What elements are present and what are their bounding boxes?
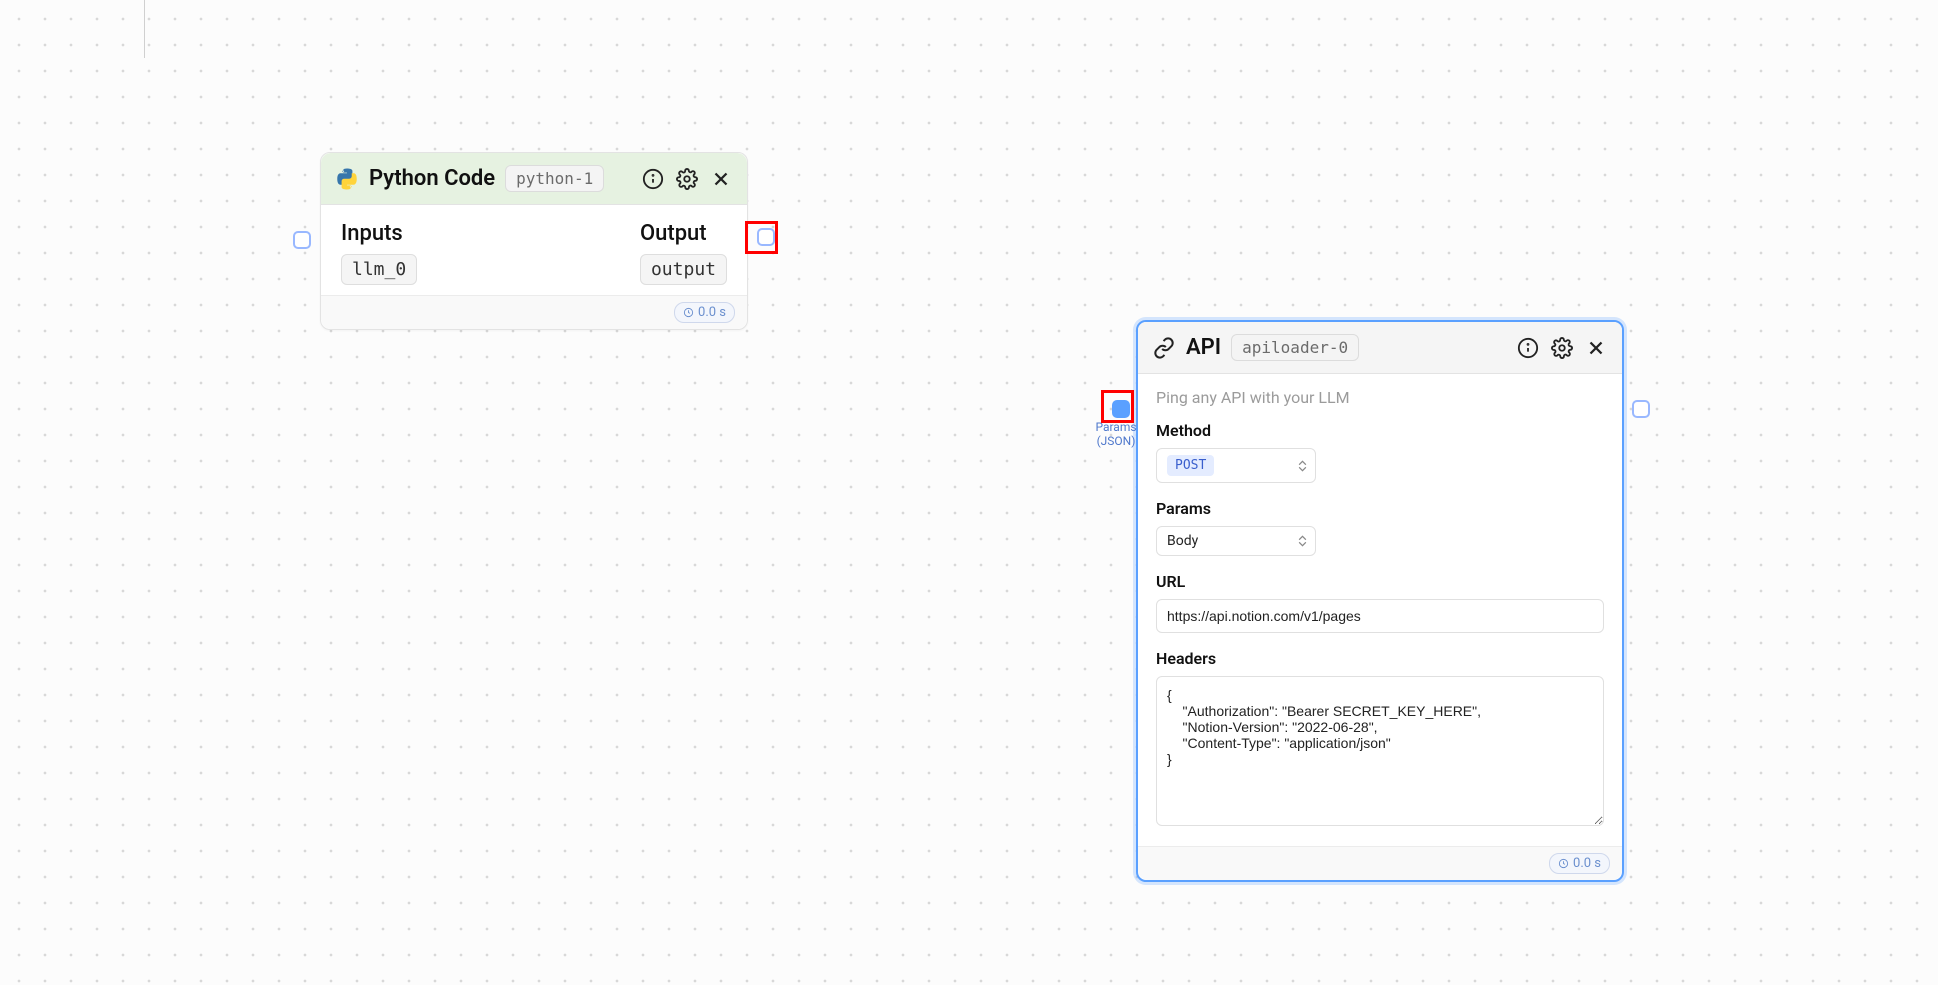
python-icon [335, 167, 359, 191]
url-field: URL [1156, 572, 1604, 633]
method-value: POST [1167, 455, 1214, 476]
annotation-highlight-source [745, 221, 778, 254]
headers-label: Headers [1156, 649, 1604, 668]
params-select[interactable]: Body [1156, 526, 1316, 556]
python-body: Inputs llm_0 Output output [321, 205, 747, 295]
api-actions [1516, 336, 1608, 360]
canvas-svg [0, 0, 300, 150]
method-select[interactable]: POST [1156, 448, 1316, 483]
python-title: Python Code [369, 166, 495, 191]
method-label: Method [1156, 421, 1604, 440]
output-chip[interactable]: output [640, 254, 727, 285]
chevron-updown-icon [1298, 460, 1307, 471]
close-icon[interactable] [1584, 336, 1608, 360]
python-node[interactable]: Python Code python-1 Inputs [320, 152, 748, 330]
api-id-badge: apiloader-0 [1231, 334, 1359, 361]
output-column: Output output [640, 221, 727, 285]
link-icon [1152, 336, 1176, 360]
url-input[interactable] [1156, 599, 1604, 633]
python-footer: 0.0 s [321, 295, 747, 329]
gear-icon[interactable] [1550, 336, 1574, 360]
api-output-port[interactable] [1632, 400, 1650, 418]
params-label: Params [1156, 499, 1604, 518]
port-label-line2: (JSON) [1097, 434, 1136, 448]
api-node[interactable]: Params (JSON) API apiloader-0 [1136, 320, 1624, 882]
python-header: Python Code python-1 [321, 153, 747, 205]
inputs-column: Inputs llm_0 [341, 221, 417, 285]
api-footer: 0.0 s [1138, 846, 1622, 880]
python-actions [641, 167, 733, 191]
url-label: URL [1156, 572, 1604, 591]
python-input-port[interactable] [293, 231, 311, 249]
params-value: Body [1167, 533, 1198, 549]
method-field: Method POST [1156, 421, 1604, 483]
input-chip-llm0[interactable]: llm_0 [341, 254, 417, 285]
headers-field: Headers [1156, 649, 1604, 830]
python-id-badge: python-1 [505, 165, 604, 192]
close-icon[interactable] [709, 167, 733, 191]
info-icon[interactable] [1516, 336, 1540, 360]
chevron-updown-icon [1298, 536, 1307, 547]
params-field: Params Body [1156, 499, 1604, 556]
inputs-label: Inputs [341, 221, 417, 246]
time-badge: 0.0 s [674, 302, 735, 323]
api-title: API [1186, 335, 1221, 360]
api-input-port-label: Params (JSON) [1086, 420, 1146, 449]
api-subtitle: Ping any API with your LLM [1156, 388, 1604, 407]
annotation-highlight-target [1101, 390, 1134, 423]
output-label: Output [640, 221, 727, 246]
api-header: API apiloader-0 [1138, 322, 1622, 374]
time-value: 0.0 s [698, 305, 726, 320]
headers-textarea[interactable] [1156, 676, 1604, 826]
info-icon[interactable] [641, 167, 665, 191]
time-badge: 0.0 s [1549, 853, 1610, 874]
api-body: Ping any API with your LLM Method POST P… [1138, 374, 1622, 846]
time-value: 0.0 s [1573, 856, 1601, 871]
gear-icon[interactable] [675, 167, 699, 191]
